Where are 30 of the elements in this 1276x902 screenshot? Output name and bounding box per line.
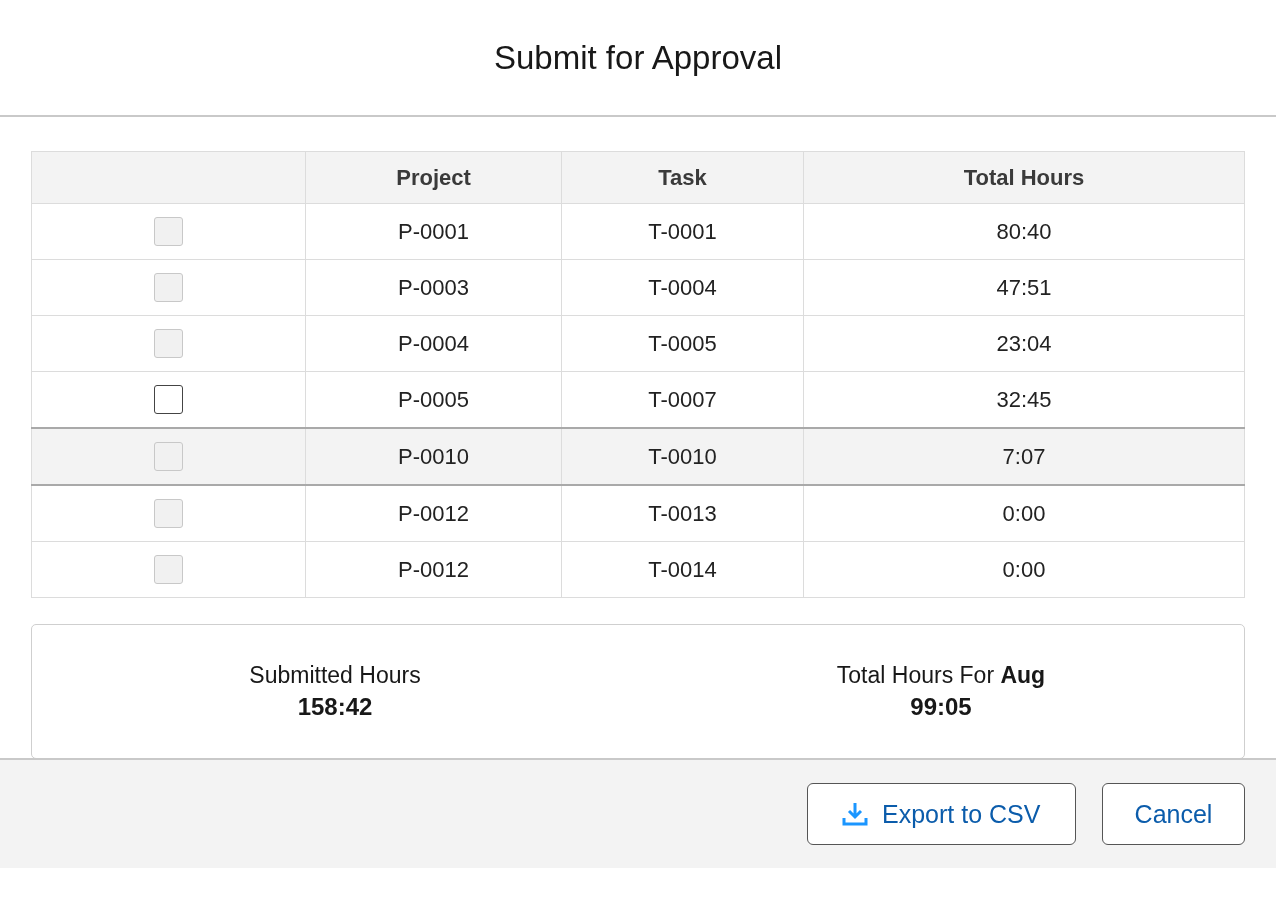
table-cell: P-0003 xyxy=(305,259,562,316)
row-checkbox[interactable] xyxy=(154,385,183,414)
table-cell: T-0013 xyxy=(561,485,804,542)
table-cell: T-0010 xyxy=(561,428,804,485)
table-cell: P-0012 xyxy=(305,485,562,542)
summary-label: Total Hours For Aug xyxy=(836,662,1046,689)
table-cell: 80:40 xyxy=(803,203,1245,260)
table-cell: 0:00 xyxy=(803,541,1245,598)
table-cell: T-0004 xyxy=(561,259,804,316)
table-cell: P-0004 xyxy=(305,315,562,372)
summary-value: 158:42 xyxy=(297,693,373,721)
table-cell: P-0010 xyxy=(305,428,562,485)
modal-title: Submit for Approval xyxy=(494,38,782,77)
table-cell: T-0005 xyxy=(561,315,804,372)
column-header: Project xyxy=(305,151,562,204)
table-cell: T-0001 xyxy=(561,203,804,260)
table-cell: P-0001 xyxy=(305,203,562,260)
summary-label: Submitted Hours xyxy=(249,662,421,689)
table-cell: 7:07 xyxy=(803,428,1245,485)
table-cell: 47:51 xyxy=(803,259,1245,316)
table-cell: T-0014 xyxy=(561,541,804,598)
summary-value: 99:05 xyxy=(910,693,972,721)
column-header: Total Hours xyxy=(803,151,1245,204)
cancel-button[interactable]: Cancel xyxy=(1102,783,1245,845)
table-cell: P-0012 xyxy=(305,541,562,598)
export-button[interactable]: Export to CSV xyxy=(807,783,1076,845)
download-icon xyxy=(842,801,868,827)
table-cell: 23:04 xyxy=(803,315,1245,372)
column-header: Task xyxy=(561,151,804,204)
table-cell: 0:00 xyxy=(803,485,1245,542)
